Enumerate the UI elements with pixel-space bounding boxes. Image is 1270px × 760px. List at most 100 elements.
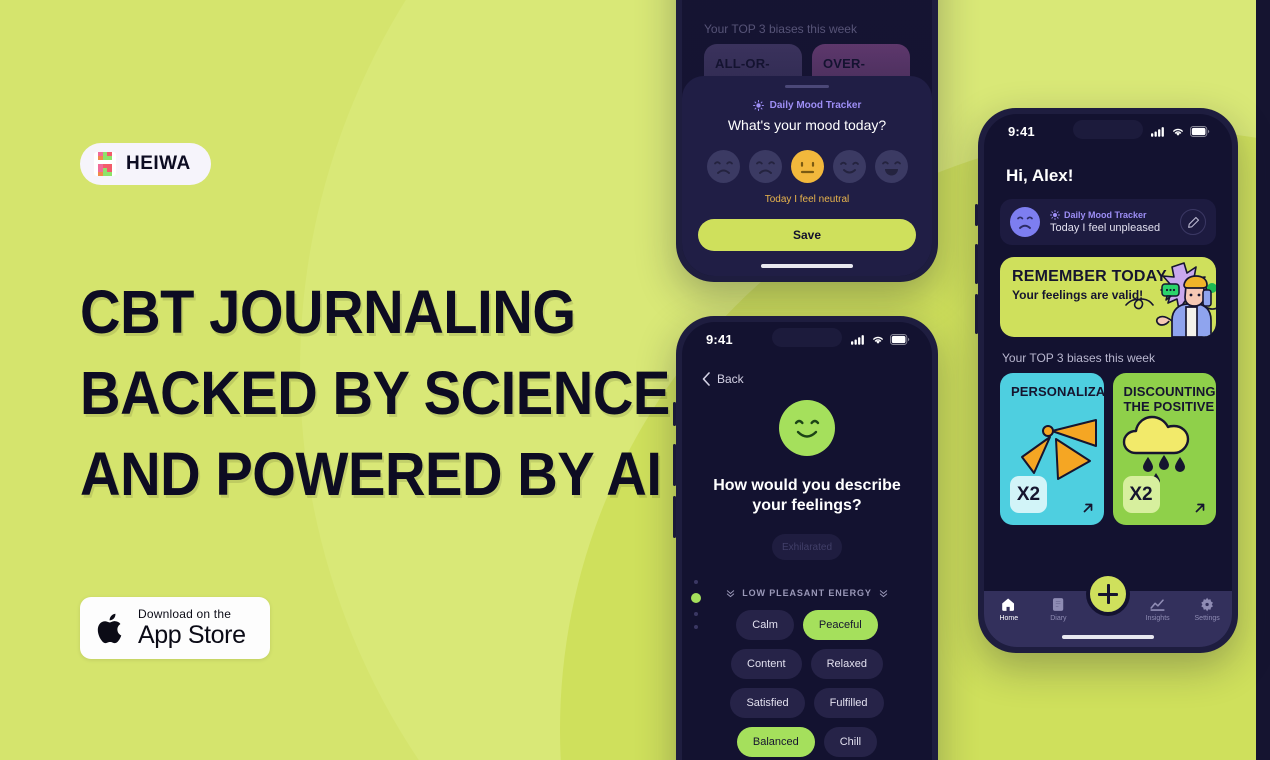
apple-icon — [97, 613, 122, 643]
status-time: 9:41 — [1008, 123, 1035, 139]
remember-today-banner[interactable]: Remember Today Your feelings are valid! — [1000, 257, 1216, 337]
daily-mood-tracker-tag: Daily Mood Tracker — [1050, 210, 1170, 220]
tag-label: Daily Mood Tracker — [1064, 210, 1147, 220]
bias-card-discounting-the-positive[interactable]: Discounting the Positive X2 — [1112, 373, 1216, 525]
headline-line-2: Backed by Science — [80, 359, 670, 427]
sun-icon — [752, 100, 764, 111]
feeling-chip[interactable]: Peaceful — [802, 610, 878, 640]
tag-label: Daily Mood Tracker — [769, 100, 862, 111]
chart-icon — [1150, 599, 1165, 611]
cellular-icon — [1151, 126, 1164, 137]
pencil-icon — [1187, 216, 1199, 228]
feelings-question: How would you describe your feelings? — [713, 477, 901, 514]
volume-down-button[interactable] — [673, 496, 676, 538]
mood-face-sad[interactable] — [748, 150, 782, 183]
back-label: Back — [717, 372, 744, 386]
greeting: Hi, Alex! — [1006, 166, 1074, 185]
page-dot[interactable] — [694, 625, 698, 629]
sun-icon — [1050, 210, 1060, 220]
book-icon — [1052, 598, 1064, 611]
feeling-chip[interactable]: Chill — [823, 727, 878, 757]
arrow-up-right-icon[interactable] — [1081, 501, 1095, 515]
bias-card-list: Personalization X2 Discounting the Posit… — [984, 365, 1232, 525]
battery-icon — [1190, 125, 1210, 137]
status-time: 9:41 — [706, 331, 733, 347]
volume-up-button[interactable] — [673, 444, 676, 486]
home-indicator — [761, 264, 853, 268]
brand-logo: HEIWA — [80, 143, 211, 185]
headline-line-1: CBT Journaling — [80, 278, 576, 346]
mood-tracker-screen: Your TOP 3 biases this week ALL-OR-NOTHI… — [682, 0, 932, 276]
feeling-chip[interactable]: Balanced — [736, 727, 815, 757]
mood-bottom-sheet: Daily Mood Tracker What's your mood toda… — [682, 76, 932, 276]
nav-item-label: Home — [999, 615, 1019, 622]
home-screen: 9:41 Hi, Alex! Daily Mood Tracker Today … — [984, 114, 1232, 647]
brand-name: HEIWA — [126, 153, 191, 174]
sheet-drag-handle[interactable] — [785, 85, 829, 88]
mood-question: What's your mood today? — [727, 117, 887, 133]
biases-section-title: Your TOP 3 biases this week — [1002, 351, 1155, 365]
page-dot[interactable] — [694, 580, 698, 584]
home-indicator — [1062, 635, 1154, 639]
feeling-chip[interactable]: Content — [731, 649, 802, 679]
wifi-icon — [873, 336, 883, 344]
bias-card-title: Personalization — [1011, 384, 1104, 399]
dynamic-island — [772, 328, 842, 347]
bias-card-personalization[interactable]: Personalization X2 — [1000, 373, 1104, 525]
back-button[interactable]: Back — [682, 356, 932, 386]
nav-item-insights[interactable]: Insights — [1133, 597, 1183, 622]
feelings-screen: 9:41 Back How would you describe your fe… — [682, 322, 932, 760]
mood-face-very-sad[interactable] — [706, 150, 740, 183]
feeling-chip-list[interactable]: Calm Peaceful Content Relaxed Satisfied Fulfi… — [682, 598, 932, 760]
volume-down-button[interactable] — [975, 294, 978, 334]
feeling-chip[interactable]: Calm — [736, 610, 794, 640]
daily-mood-tracker-tag: Daily Mood Tracker — [682, 100, 932, 111]
nav-item-home[interactable]: Home — [984, 597, 1034, 622]
mood-subtitle: Today I feel unpleased — [1050, 222, 1161, 234]
status-bar: 9:41 — [682, 322, 932, 356]
faded-chip[interactable]: Exhilarated — [772, 534, 842, 560]
page-dot[interactable] — [691, 593, 701, 603]
person-on-phone-illustration — [1125, 262, 1216, 337]
daily-mood-card[interactable]: Daily Mood Tracker Today I feel unplease… — [1000, 199, 1216, 245]
bias-count-badge: X2 — [1010, 476, 1047, 513]
nav-item-settings[interactable]: Settings — [1182, 597, 1232, 622]
feeling-chip[interactable]: Satisfied — [730, 688, 805, 718]
app-store-badge[interactable]: Download on the App Store — [80, 597, 270, 659]
nav-item-label: Settings — [1194, 615, 1220, 622]
phone-mood-tracker: Your TOP 3 biases this week ALL-OR-NOTHI… — [676, 0, 938, 282]
volume-up-button[interactable] — [975, 244, 978, 284]
mood-face-very-happy[interactable] — [874, 150, 908, 183]
page-indicator[interactable] — [691, 580, 701, 629]
page-headline: CBT Journaling Backed by Science and Pow… — [80, 272, 670, 515]
battery-icon — [890, 333, 910, 345]
nav-item-diary[interactable]: Diary — [1034, 597, 1084, 622]
add-entry-fab[interactable] — [1086, 572, 1130, 616]
mute-switch[interactable] — [975, 204, 978, 226]
feeling-chip[interactable]: Relaxed — [810, 649, 883, 679]
feeling-chip[interactable]: Fulfilled — [813, 688, 884, 718]
mute-switch[interactable] — [673, 402, 676, 426]
smiley-face-icon — [779, 400, 835, 456]
marketing-column: HEIWA CBT Journaling Backed by Science a… — [0, 0, 670, 760]
status-bar: 9:41 — [984, 114, 1232, 148]
bias-count-badge: X2 — [1122, 476, 1160, 513]
wifi-icon — [1173, 128, 1183, 136]
app-store-small-label: Download on the — [138, 607, 232, 621]
arrow-up-right-icon[interactable] — [1193, 501, 1207, 515]
save-button[interactable]: Save — [698, 219, 916, 251]
app-store-label: App Store — [138, 621, 246, 649]
page-dot[interactable] — [694, 612, 698, 616]
mood-face-selector[interactable] — [682, 150, 932, 183]
mood-face-happy[interactable] — [832, 150, 866, 183]
nav-item-label: Diary — [1050, 615, 1067, 622]
cellular-icon — [851, 334, 864, 345]
chevron-double-icon — [879, 589, 887, 597]
energy-group-label[interactable]: LOW PLEASANT ENERGY — [682, 588, 932, 598]
headline-line-3: and Powered by AI — [80, 440, 662, 508]
mood-caption: Today I feel neutral — [764, 194, 850, 205]
nav-item-label: Insights — [1145, 615, 1170, 622]
edit-mood-button[interactable] — [1180, 209, 1206, 235]
mood-face-neutral[interactable] — [790, 150, 824, 183]
background-right-edge — [1256, 0, 1270, 760]
